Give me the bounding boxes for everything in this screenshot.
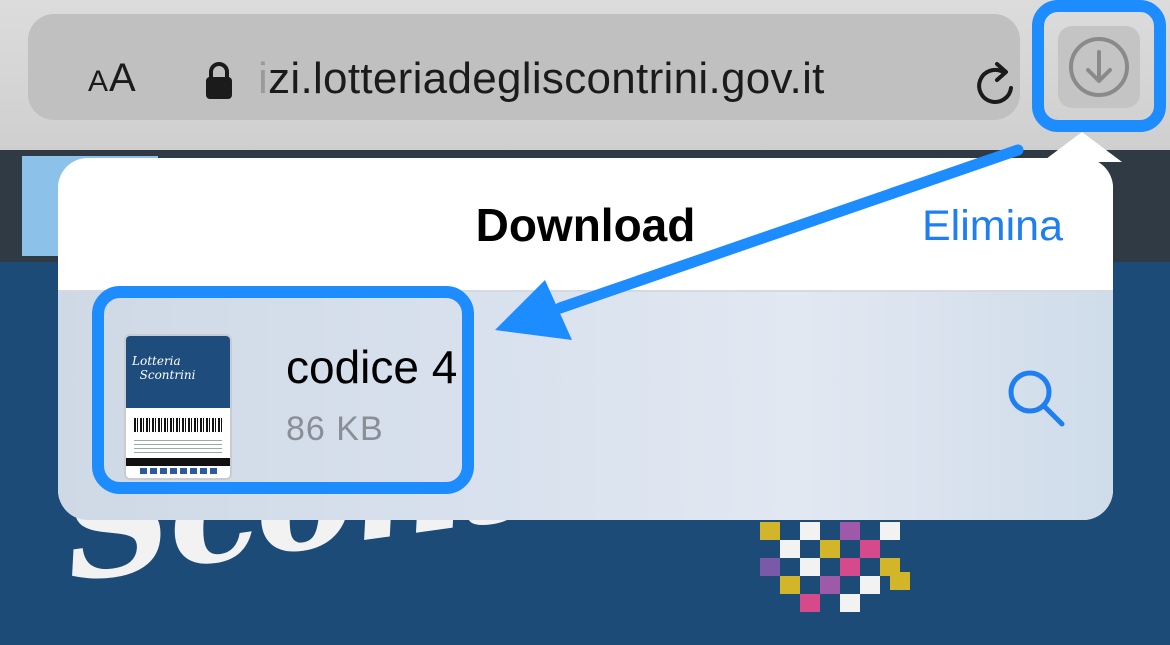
annotation-arrow — [495, 144, 1024, 340]
